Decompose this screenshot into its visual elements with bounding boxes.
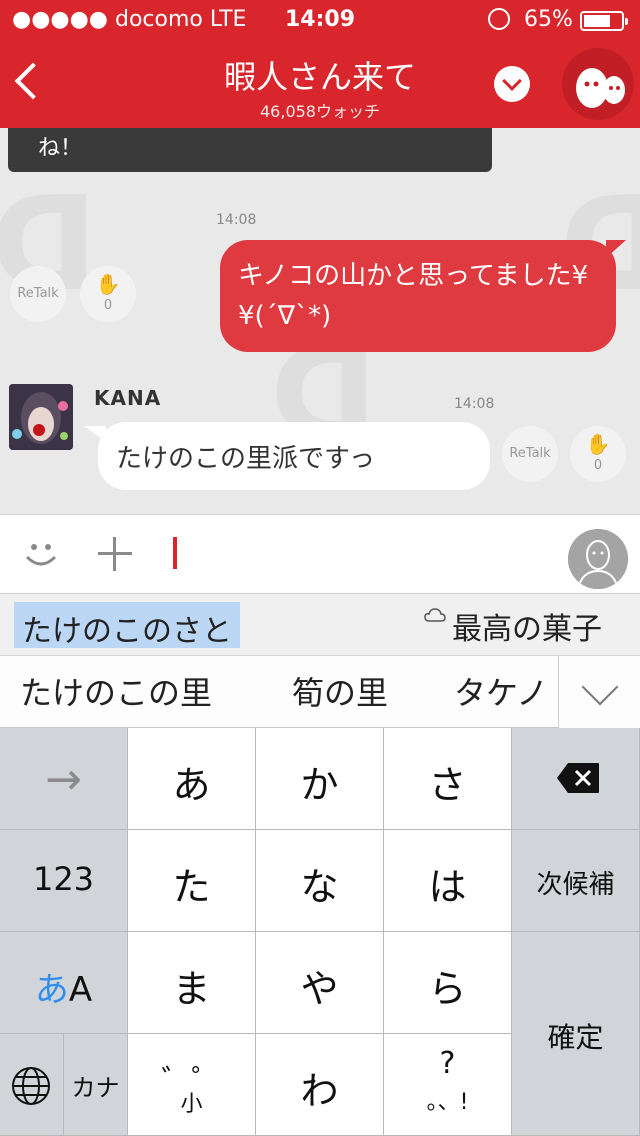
clap-icon: ✋	[95, 272, 121, 296]
clap-count: 0	[103, 298, 113, 313]
backspace-icon	[557, 763, 599, 793]
prediction-bar: たけのこのさと 最高の菓子	[0, 594, 640, 656]
message-time: 14:08	[454, 396, 495, 412]
message-input[interactable]	[180, 529, 540, 581]
key-ha[interactable]: は	[384, 830, 512, 932]
input-reading[interactable]: たけのこのさと	[14, 602, 240, 649]
their-message-bubble[interactable]: たけのこの里派ですっ	[84, 422, 490, 490]
user-avatar[interactable]	[9, 384, 73, 450]
input-mode-key[interactable]: あA	[0, 932, 128, 1034]
key-ka[interactable]: か	[256, 728, 384, 830]
top-bar: ●●●●● docomo LTE 14:09 65% 暇人さん来て 46,058…	[0, 0, 640, 128]
clap-button[interactable]: ✋ 0	[80, 266, 136, 322]
globe-key[interactable]	[0, 1034, 64, 1136]
retalk-button[interactable]: ReTalk	[502, 426, 558, 482]
candidate-item[interactable]: タケノ	[454, 668, 548, 714]
key-ya[interactable]: や	[256, 932, 384, 1034]
arrow-icon: →	[45, 754, 82, 805]
cloud-icon	[424, 608, 446, 622]
punctuation-key[interactable]: ? 。、!	[384, 1034, 512, 1136]
chevron-down-icon[interactable]	[494, 66, 530, 102]
dakuten-key[interactable]: ゛゜ 小	[128, 1034, 256, 1136]
candidate-item[interactable]: 筍の里	[292, 668, 388, 714]
watch-count: 46,058ウォッチ	[260, 102, 380, 121]
key-na[interactable]: な	[256, 830, 384, 932]
confirm-key[interactable]: 確定	[512, 932, 640, 1136]
emoji-icon[interactable]	[22, 535, 60, 573]
retalk-button[interactable]: ReTalk	[10, 266, 66, 322]
status-bar: ●●●●● docomo LTE 14:09 65%	[0, 0, 640, 40]
sender-name: KANA	[94, 386, 162, 410]
profile-avatar[interactable]	[568, 529, 628, 589]
message-input-bar	[0, 514, 640, 594]
cloud-candidate[interactable]: 最高の菓子	[452, 604, 602, 648]
kana-key[interactable]: カナ	[64, 1034, 128, 1136]
candidate-bar: たけのこの里 筍の里 タケノ	[0, 656, 640, 728]
plus-icon[interactable]	[96, 535, 134, 573]
clap-count: 0	[593, 458, 603, 473]
battery-icon	[580, 11, 628, 31]
clap-button[interactable]: ✋ 0	[570, 426, 626, 482]
battery-percent: 65%	[524, 7, 573, 32]
candidate-item[interactable]: たけのこの里	[20, 668, 212, 714]
key-ma[interactable]: ま	[128, 932, 256, 1034]
text-cursor	[173, 537, 177, 569]
chevron-down-icon[interactable]	[558, 656, 640, 728]
delete-key[interactable]	[512, 728, 640, 830]
globe-icon	[12, 1067, 50, 1105]
keyboard: → あ か さ 123 た な は 次候補 あA ま や ら 確定 カナ ゛゜ …	[0, 728, 640, 1136]
key-ta[interactable]: た	[128, 830, 256, 932]
my-message-bubble[interactable]: キノコの山かと思ってました¥¥(´∇`*)	[220, 240, 626, 352]
clap-icon: ✋	[585, 432, 611, 456]
room-avatar[interactable]	[562, 48, 634, 120]
page-title: 暇人さん来て	[223, 58, 416, 96]
previous-message-text: ね！	[38, 136, 83, 161]
key-sa[interactable]: さ	[384, 728, 512, 830]
chat-area[interactable]: ᗡ ᗡ ᗡ ね！ 14:08 ReTalk ✋ 0 キノコの山かと思ってました¥…	[0, 128, 640, 514]
number-key[interactable]: 123	[0, 830, 128, 932]
previous-message: ね！	[8, 128, 492, 172]
message-time: 14:08	[216, 212, 257, 228]
arrow-key[interactable]: →	[0, 728, 128, 830]
key-wa[interactable]: わ	[256, 1034, 384, 1136]
key-ra[interactable]: ら	[384, 932, 512, 1034]
rotation-lock-icon	[488, 8, 510, 30]
key-a[interactable]: あ	[128, 728, 256, 830]
next-candidate-key[interactable]: 次候補	[512, 830, 640, 932]
